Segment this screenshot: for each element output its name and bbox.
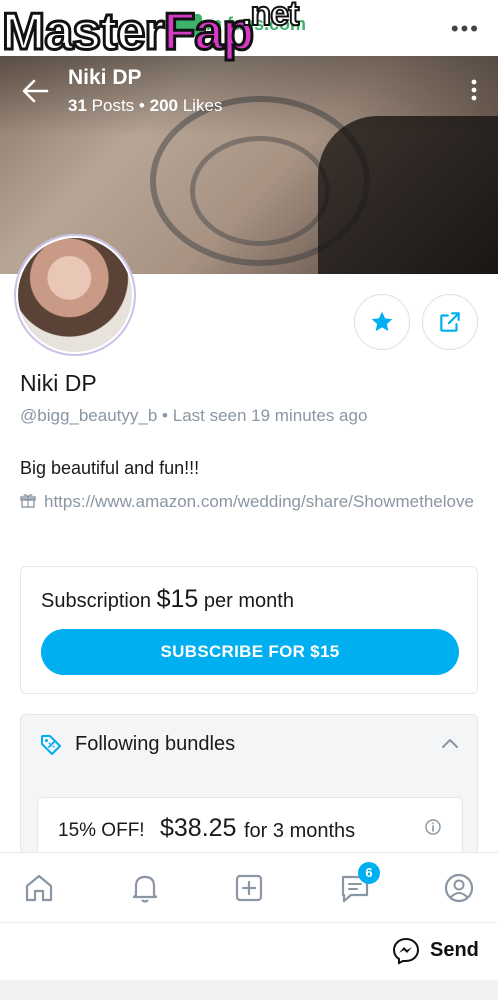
gift-icon [20,494,36,508]
bundle-item[interactable]: 15% OFF! $38.25 for 3 months [37,797,463,853]
profile-handle-line: @bigg_beautyy_b • Last seen 19 minutes a… [20,406,367,426]
avatar[interactable] [14,234,136,356]
bundle-price: $38.25 [160,814,237,842]
watermark-part-3: .net [241,0,300,34]
bundles-section: Following bundles 15% OFF! $38.25 for 3 … [20,714,478,854]
profile-handle: @bigg_beautyy_b [20,406,158,425]
send-button[interactable]: Send [430,939,479,962]
bundle-discount: 15% OFF! [58,820,145,841]
more-options-icon[interactable] [470,78,478,102]
subscription-label: Subscription [41,590,152,612]
posts-count: 31 [68,96,87,115]
subscription-card: Subscription $15 per month SUBSCRIBE FOR… [20,566,478,694]
subscription-price: $15 [156,585,199,613]
bottom-nav [0,852,498,922]
bundles-header[interactable]: Following bundles [21,715,477,775]
subscribe-button[interactable]: SUBSCRIBE FOR $15 [41,629,459,675]
profile-link[interactable]: https://www.amazon.com/wedding/share/Sho… [44,490,490,514]
favorite-button[interactable] [354,294,410,350]
profile-icon[interactable] [442,871,476,905]
watermark-part-2: Fap [162,2,255,63]
handle-separator: • [162,406,168,425]
bundles-title: Following bundles [75,733,236,755]
info-icon[interactable] [424,818,442,836]
chevron-up-icon[interactable] [441,737,459,749]
star-icon [371,311,393,332]
share-button[interactable] [422,294,478,350]
share-icon [440,312,460,332]
likes-label: Likes [182,96,223,115]
bell-icon[interactable] [128,871,162,905]
last-seen: Last seen 19 minutes ago [172,406,368,425]
messenger-bar: Send [0,922,498,980]
cover-dark-area [318,116,498,274]
avatar-photo [18,238,132,352]
system-nav-bar [0,980,498,1000]
cover-tattoo-shape-inner [190,136,330,246]
browser-menu-icon[interactable]: ••• [451,16,480,42]
messages-badge: 6 [358,862,380,884]
profile-name: Niki DP [20,370,97,396]
watermark-part-1: Master [1,2,167,63]
bundle-period: for 3 months [244,820,356,842]
price-tag-icon [41,735,61,755]
home-icon[interactable] [22,871,56,905]
add-post-icon[interactable] [232,871,266,905]
subscription-period: per month [203,590,294,612]
watermark: MasterFap .net [1,0,301,63]
subscription-text: Subscription $15 per month [41,585,294,614]
profile-bio: Big beautiful and fun!!! [20,458,200,478]
cover-stats: 31 Posts • 200 Likes [68,96,222,116]
posts-label: Posts [91,96,135,115]
messenger-icon[interactable] [392,937,420,965]
stats-separator: • [138,96,145,115]
cover-display-name: Niki DP [68,66,142,89]
likes-count: 200 [149,96,178,115]
back-arrow-icon[interactable] [20,78,50,104]
